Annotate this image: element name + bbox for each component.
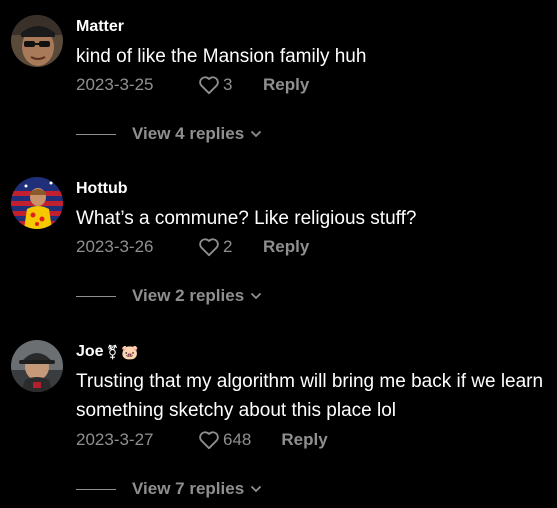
view-replies-button[interactable]: View 7 replies [76,478,262,500]
view-replies-button[interactable]: View 2 replies [76,285,262,307]
heart-icon [199,76,219,95]
username-text: Matter [76,18,125,35]
comment-meta: 2023-3-25 3 Reply [76,74,309,96]
comment-date: 2023-3-27 [76,430,154,449]
comment-username[interactable]: Joe ⚧ 🐷 [76,343,139,361]
divider-line [76,295,116,297]
avatar[interactable] [11,177,63,229]
reply-button[interactable]: Reply [281,430,327,450]
reply-button[interactable]: Reply [263,75,309,95]
chevron-down-icon [251,293,262,300]
username-text: Hottub [76,180,128,197]
user-avatar-cap-icon [11,340,63,392]
like-button[interactable]: 648 [198,430,251,450]
comment-username[interactable]: Matter [76,18,124,36]
user-avatar-sunglasses-icon [11,15,63,67]
view-replies-label: View 2 replies [132,286,245,305]
comment-meta: 2023-3-27 648 Reply [76,429,328,451]
comment-text: Trusting that my algorithm will bring me… [76,371,544,421]
view-replies-button[interactable]: View 4 replies [76,123,262,145]
comment-text: kind of like the Mansion family huh [76,46,367,67]
avatar[interactable] [11,340,63,392]
avatar[interactable] [11,15,63,67]
like-button[interactable]: 3 [198,75,243,95]
like-count: 648 [223,430,252,449]
divider-line [76,133,116,135]
pig-face-icon: 🐷 [121,344,139,360]
comment-date: 2023-3-25 [76,75,154,94]
comment-date: 2023-3-26 [76,237,154,256]
reply-button[interactable]: Reply [263,237,309,257]
heart-icon [199,238,219,257]
username-text: Joe [76,343,104,360]
like-count: 2 [223,237,233,256]
like-button[interactable]: 2 [198,237,243,257]
chevron-down-icon [251,131,262,138]
like-count: 3 [223,75,233,94]
comment-list: Matter kind of like the Mansion family h… [0,0,557,508]
comment-username[interactable]: Hottub [76,180,128,198]
chevron-down-icon [251,486,262,493]
comment-text: What’s a commune? Like religious stuff? [76,208,417,229]
user-avatar-flag-icon [11,177,63,229]
heart-icon [199,431,219,450]
divider-line [76,488,116,490]
comment-meta: 2023-3-26 2 Reply [76,236,309,258]
gender-symbol-icon: ⚧ [106,344,119,360]
view-replies-label: View 4 replies [132,124,245,143]
view-replies-label: View 7 replies [132,479,245,498]
